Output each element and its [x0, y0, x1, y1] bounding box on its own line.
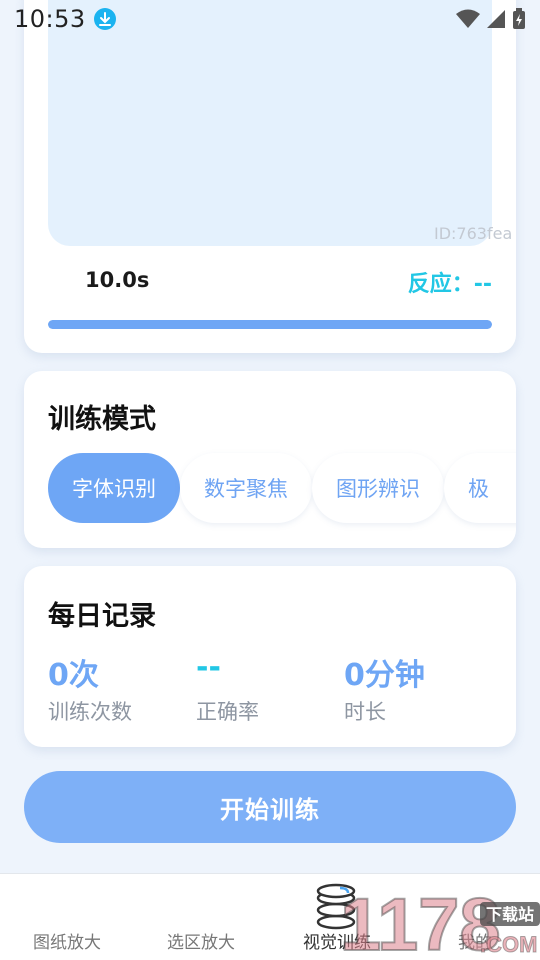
- signal-icon: [487, 10, 505, 28]
- nav-item-area-zoom[interactable]: 选区放大: [167, 928, 235, 953]
- site-watermark-suffix: .COM: [480, 932, 537, 957]
- training-card: 10.0s 反应：--: [24, 0, 516, 353]
- stat-value: 0次: [48, 658, 99, 693]
- stat-label: 正确率: [196, 700, 259, 724]
- countdown-timer: 10.0s: [85, 268, 150, 292]
- mode-chip-shape-recognition[interactable]: 图形辨识: [312, 453, 444, 523]
- site-watermark-logo: 1178 下载站 .COM: [340, 882, 540, 960]
- progress-fill: [48, 320, 492, 329]
- training-mode-card: 训练模式 字体识别 数字聚焦 图形辨识 极: [24, 371, 516, 548]
- stat-training-count: 0次 训练次数: [48, 650, 132, 726]
- reaction-time: 反应：--: [407, 272, 492, 297]
- battery-icon: [513, 8, 525, 29]
- section-title: 训练模式: [48, 404, 156, 435]
- section-title: 每日记录: [48, 601, 156, 632]
- wifi-icon: [456, 9, 480, 28]
- start-training-button[interactable]: 开始训练: [24, 771, 516, 843]
- status-bar: 10:53: [0, 0, 540, 38]
- stat-accuracy: -- 正确率: [196, 650, 259, 726]
- mode-chip-list: 字体识别 数字聚焦 图形辨识 极: [48, 453, 516, 523]
- mode-chip-number-focus[interactable]: 数字聚焦: [180, 453, 312, 523]
- mode-chip-extreme[interactable]: 极: [444, 453, 516, 523]
- nav-item-drawing-zoom[interactable]: 图纸放大: [33, 928, 101, 953]
- stat-duration: 0分钟 时长: [344, 650, 425, 726]
- stat-value: 0分钟: [344, 658, 425, 693]
- stat-value: --: [196, 650, 221, 685]
- download-icon: [93, 8, 116, 30]
- stat-label: 时长: [344, 700, 386, 724]
- stat-label: 训练次数: [48, 700, 132, 724]
- progress-bar: [48, 320, 492, 329]
- device-id-watermark: ID:763fea: [434, 224, 513, 243]
- site-watermark-number: 1178: [340, 883, 501, 960]
- site-watermark-badge: 下载站: [486, 905, 534, 924]
- mode-chip-font-recognition[interactable]: 字体识别: [48, 453, 180, 523]
- status-time: 10:53: [14, 5, 86, 33]
- daily-record-card: 每日记录 0次 训练次数 -- 正确率 0分钟 时长: [24, 566, 516, 747]
